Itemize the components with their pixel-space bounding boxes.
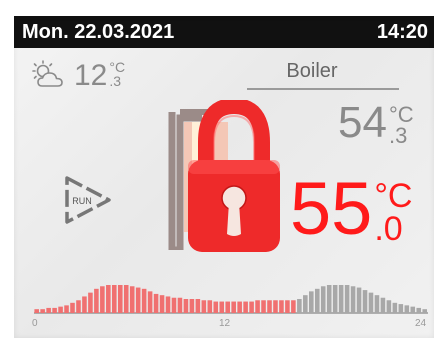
chart-bar xyxy=(46,307,51,313)
x-tick-end: 24 xyxy=(415,318,427,329)
chart-bar xyxy=(297,299,302,313)
run-mode-button[interactable]: RUN xyxy=(63,174,113,226)
chart-bar xyxy=(291,300,296,313)
boiler-target-unit: °C xyxy=(374,177,413,215)
chart-bar xyxy=(326,285,332,313)
chart-bar xyxy=(410,306,416,313)
chart-bar xyxy=(231,301,236,313)
boiler-target-temperature[interactable]: 55 °C .0 xyxy=(290,168,412,250)
chart-bar xyxy=(171,297,177,313)
chart-bar xyxy=(243,301,248,313)
chart-bar xyxy=(177,297,183,313)
chart-bars xyxy=(34,285,427,313)
chart-bar xyxy=(386,300,392,313)
chart-bar xyxy=(332,285,338,313)
boiler-actual-decimal: .3 xyxy=(388,123,408,148)
chart-bar xyxy=(374,295,380,313)
chart-bar xyxy=(201,300,207,313)
chart-bar xyxy=(392,302,398,313)
chart-bar xyxy=(123,285,129,313)
boiler-actual-value: 54 xyxy=(338,98,387,147)
run-label: RUN xyxy=(72,196,92,206)
boiler-target-decimal: .0 xyxy=(374,210,403,248)
chart-bar xyxy=(320,286,326,313)
boiler-title: Boiler xyxy=(286,60,338,82)
chart-bar xyxy=(422,309,427,313)
outdoor-temperature-decimal: .3 xyxy=(109,73,122,89)
chart-bar xyxy=(249,301,254,313)
chart-bar xyxy=(88,292,93,313)
chart-bar xyxy=(416,307,422,313)
outdoor-temperature-unit: °C xyxy=(109,59,126,75)
chart-bar xyxy=(129,286,135,313)
chart-bar xyxy=(207,300,213,313)
chart-bar xyxy=(350,286,356,313)
chart-bar xyxy=(183,299,189,313)
chart-bar xyxy=(159,295,165,313)
chart-bar xyxy=(279,300,284,313)
time-display: 14:20 xyxy=(376,21,428,43)
chart-bar xyxy=(94,288,99,313)
chart-bar xyxy=(135,287,141,313)
chart-bar xyxy=(58,306,63,313)
chart-bar xyxy=(309,291,314,313)
daily-schedule-chart: 0 12 24 xyxy=(32,285,428,329)
date-display: Mon. 22.03.2021 xyxy=(22,21,175,43)
chart-bar xyxy=(356,287,362,313)
boiler-actual-unit: °C xyxy=(388,102,414,127)
chart-bar xyxy=(404,305,410,313)
chart-bar xyxy=(195,299,201,313)
chart-bar xyxy=(219,301,225,313)
partly-cloudy-icon xyxy=(32,60,63,87)
chart-bar xyxy=(285,300,290,313)
chart-bar xyxy=(34,309,39,313)
chart-bar xyxy=(100,286,105,313)
chart-bar xyxy=(70,302,75,313)
chart-bar xyxy=(147,291,153,313)
boiler-actual-temperature: 54 °C .3 xyxy=(338,98,414,148)
chart-bar xyxy=(344,285,350,313)
x-tick-mid: 12 xyxy=(219,318,231,329)
chart-bar xyxy=(255,300,260,313)
chart-bar xyxy=(368,292,374,313)
chart-bar xyxy=(40,309,45,313)
chart-bar xyxy=(338,285,344,313)
chart-bar xyxy=(64,305,69,313)
chart-bar xyxy=(273,300,278,313)
chart-bar xyxy=(141,288,147,313)
x-tick-start: 0 xyxy=(32,318,38,329)
chart-bar xyxy=(106,285,111,313)
chart-bar xyxy=(261,300,266,313)
chart-bar xyxy=(117,285,123,313)
chart-bar xyxy=(303,295,308,313)
thermostat-screen: Mon. 22.03.2021 14:20 12 °C .3 Boiler 54 °C… xyxy=(14,16,434,338)
chart-bar xyxy=(76,300,81,313)
chart-bar xyxy=(362,290,368,313)
chart-bar xyxy=(165,296,171,313)
boiler-title-underline xyxy=(247,88,399,90)
chart-bar xyxy=(225,301,230,313)
chart-bar xyxy=(314,288,320,313)
outdoor-temperature-value: 12 xyxy=(74,59,108,92)
chart-bar xyxy=(380,297,386,313)
lock-icon[interactable] xyxy=(188,100,280,254)
outdoor-temperature: 12 °C .3 xyxy=(74,58,125,94)
chart-bar xyxy=(153,293,159,313)
chart-bar xyxy=(189,299,195,313)
chart-bar xyxy=(237,301,242,313)
chart-bar xyxy=(267,300,272,313)
chart-bar xyxy=(82,296,87,313)
status-bar: Mon. 22.03.2021 14:20 xyxy=(14,16,434,48)
boiler-target-value: 55 xyxy=(290,167,373,250)
chart-bar xyxy=(398,304,404,313)
chart-bar xyxy=(112,285,117,313)
chart-bar xyxy=(213,301,219,313)
chart-bar xyxy=(52,307,57,313)
